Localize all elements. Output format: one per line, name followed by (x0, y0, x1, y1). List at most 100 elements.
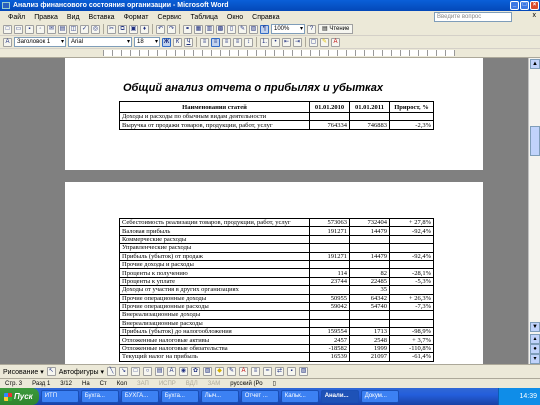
close-button[interactable]: × (530, 1, 539, 10)
scroll-up-icon[interactable]: ▲ (530, 59, 540, 69)
align-left-icon[interactable]: ≡ (200, 37, 209, 47)
drawing-icon[interactable]: ✎ (238, 24, 247, 34)
menu-table[interactable]: Таблица (186, 14, 222, 21)
format-painter-icon[interactable]: ♦ (140, 24, 149, 34)
increase-indent-icon[interactable]: ⇥ (293, 37, 302, 47)
scroll-down-icon[interactable]: ▼ (530, 322, 540, 332)
taskbar-task-button[interactable]: Анали... (320, 390, 359, 403)
menu-help[interactable]: Справка (248, 14, 284, 21)
status-trk[interactable]: ИСПР (154, 381, 181, 387)
copy-icon[interactable]: ⧉ (118, 24, 127, 34)
rectangle-icon[interactable]: □ (131, 367, 141, 376)
reading-mode-button[interactable]: ▤ Чтение (318, 24, 354, 34)
numbering-icon[interactable]: ⒈ (260, 37, 269, 47)
align-center-icon[interactable]: ≡ (211, 37, 220, 47)
help-search-input[interactable]: Введите вопрос (434, 12, 512, 22)
dash-style-icon[interactable]: ┅ (263, 367, 273, 376)
scroll-thumb[interactable] (530, 126, 540, 156)
minimize-button[interactable]: _ (510, 1, 519, 10)
status-ext[interactable]: ВДЛ (181, 381, 203, 387)
fill-color-icon[interactable]: ◆ (215, 367, 225, 376)
font-color-draw-icon[interactable]: A (239, 367, 249, 376)
taskbar-task-button[interactable]: Бухга... (160, 390, 199, 403)
taskbar-task-button[interactable]: Докум... (360, 390, 399, 403)
picture-icon[interactable]: ▨ (203, 367, 213, 376)
taskbar-task-button[interactable]: Лыч... (200, 390, 239, 403)
save-icon[interactable]: ▪ (25, 24, 34, 34)
menu-file[interactable]: Файл (4, 14, 30, 21)
justify-icon[interactable]: ≡ (233, 37, 242, 47)
underline-button[interactable]: Ч (184, 37, 193, 47)
highlight-icon[interactable]: ✎ (320, 37, 329, 47)
insert-excel-icon[interactable]: ▩ (216, 24, 225, 34)
previous-page-icon[interactable]: ▴ (530, 334, 540, 344)
bold-button[interactable]: Ж (162, 37, 171, 47)
menu-format[interactable]: Формат (120, 14, 154, 21)
decrease-indent-icon[interactable]: ⇤ (282, 37, 291, 47)
open-folder-icon[interactable]: ▭ (14, 24, 23, 34)
print-preview-icon[interactable]: ◫ (69, 24, 78, 34)
new-document-icon[interactable]: □ (3, 24, 12, 34)
email-icon[interactable]: ✉ (47, 24, 56, 34)
menu-edit[interactable]: Правка (30, 14, 63, 21)
arrow-style-icon[interactable]: ⇄ (275, 367, 285, 376)
next-page-icon[interactable]: ▾ (530, 354, 540, 364)
paste-icon[interactable]: ▣ (129, 24, 138, 34)
textbox-icon[interactable]: ▤ (155, 367, 165, 376)
taskbar-task-button[interactable]: Кальк... (280, 390, 319, 403)
document-area[interactable]: Общий анализ отчета о прибылях и убытках… (0, 58, 528, 364)
status-ovr[interactable]: ЗАМ (203, 381, 226, 387)
taskbar-task-button[interactable]: БУХГА... (120, 390, 159, 403)
line-icon[interactable]: ╲ (107, 367, 117, 376)
line-color-icon[interactable]: ✎ (227, 367, 237, 376)
menu-tools[interactable]: Сервис (153, 14, 186, 21)
cut-icon[interactable]: ✂ (107, 24, 116, 34)
shadow-icon[interactable]: ▪ (287, 367, 297, 376)
insert-table-icon[interactable]: ▥ (205, 24, 214, 34)
arrow-icon[interactable]: ↘ (119, 367, 129, 376)
spelling-icon[interactable]: ✓ (80, 24, 89, 34)
italic-button[interactable]: К (173, 37, 182, 47)
align-right-icon[interactable]: ≡ (222, 37, 231, 47)
redo-icon[interactable]: ↷ (167, 24, 176, 34)
research-icon[interactable]: ◎ (91, 24, 100, 34)
select-objects-icon[interactable]: ↖ (46, 367, 56, 376)
draw-menu-button[interactable]: Рисование ▾ (3, 368, 44, 376)
clipart-icon[interactable]: ✿ (191, 367, 201, 376)
diagram-icon[interactable]: ◉ (179, 367, 189, 376)
tables-borders-icon[interactable]: ▦ (194, 24, 203, 34)
menu-window[interactable]: Окно (223, 14, 248, 21)
horizontal-ruler[interactable] (0, 49, 540, 58)
vertical-scrollbar[interactable]: ▲ ▼ ▴ ● ▾ (528, 58, 540, 364)
oval-icon[interactable]: ○ (143, 367, 153, 376)
status-rec[interactable]: ЗАП (132, 381, 154, 387)
line-spacing-icon[interactable]: ↕ (244, 37, 253, 47)
spelling-status-icon[interactable]: ▯ (268, 380, 281, 387)
font-size-select[interactable]: 18 (134, 37, 160, 47)
document-map-icon[interactable]: ▨ (249, 24, 258, 34)
hyperlink-icon[interactable]: ⚭ (183, 24, 192, 34)
show-hide-marks-icon[interactable]: ¶ (260, 24, 269, 34)
bullets-icon[interactable]: • (271, 37, 280, 47)
style-select[interactable]: Заголовок 1 (14, 37, 66, 47)
zoom-select[interactable]: 100% (271, 24, 305, 34)
borders-icon[interactable]: ▢ (309, 37, 318, 47)
menu-view[interactable]: Вид (63, 14, 85, 21)
permission-icon[interactable]: ◦ (36, 24, 45, 34)
taskbar-task-button[interactable]: ИТП (40, 390, 79, 403)
taskbar-task-button[interactable]: Бухга... (80, 390, 119, 403)
columns-icon[interactable]: ▯ (227, 24, 236, 34)
font-color-icon[interactable]: A (331, 37, 340, 47)
start-button[interactable]: Пуск (0, 388, 39, 405)
print-icon[interactable]: ▤ (58, 24, 67, 34)
wordart-icon[interactable]: A (167, 367, 177, 376)
undo-icon[interactable]: ↶ (156, 24, 165, 34)
close-document-button[interactable]: x (533, 12, 537, 19)
line-style-icon[interactable]: ≡ (251, 367, 261, 376)
menu-insert[interactable]: Вставка (85, 14, 120, 21)
maximize-button[interactable]: □ (520, 1, 529, 10)
autoshapes-button[interactable]: Автофигуры ▾ (59, 368, 104, 376)
3d-icon[interactable]: ▧ (299, 367, 309, 376)
help-icon[interactable]: ? (307, 24, 316, 34)
font-select[interactable]: Arial (68, 37, 132, 47)
